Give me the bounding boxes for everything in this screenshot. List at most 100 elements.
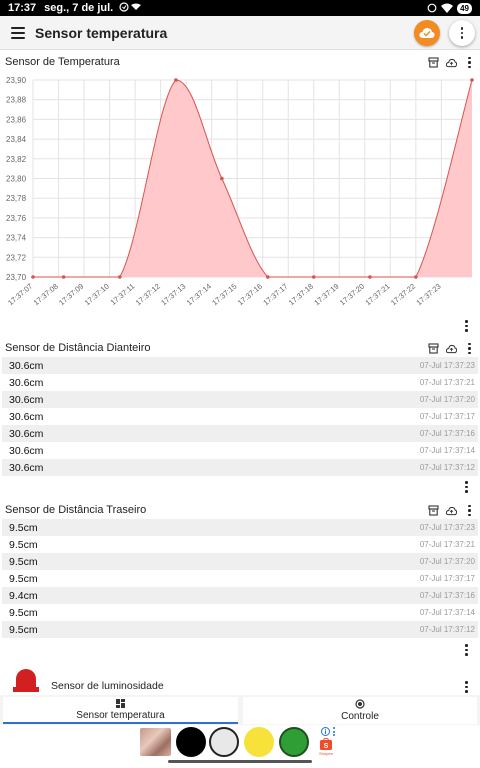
y-tick-label: 23,74: [6, 234, 27, 243]
y-tick-label: 23,90: [6, 76, 27, 85]
front-distance-list: 30.6cm 07-Jul 17:37:23 30.6cm 07-Jul 17:37…: [2, 357, 478, 476]
data-point: [31, 275, 35, 279]
list-item: 9.5cm 07-Jul 17:37:14: [9, 606, 475, 619]
menu-icon[interactable]: [11, 26, 25, 39]
y-tick-label: 23,80: [6, 175, 27, 184]
x-tick-label: 17:37:23: [415, 282, 443, 308]
shopee-label: Shopee: [319, 751, 333, 756]
y-tick-label: 23,84: [6, 135, 27, 144]
archive-icon[interactable]: [428, 57, 439, 68]
temperature-card-actions: [428, 56, 475, 69]
tab-label: Sensor temperatura: [76, 709, 165, 721]
list-item: 9.5cm 07-Jul 17:37:23: [2, 519, 478, 536]
archive-icon[interactable]: [428, 343, 439, 354]
list-item: 30.6cm 07-Jul 17:37:17: [9, 410, 475, 423]
svg-text:S: S: [324, 743, 329, 750]
dashboard-icon: [116, 698, 125, 708]
x-tick-label: 17:37:19: [312, 282, 340, 308]
x-tick-label: 17:37:10: [83, 282, 111, 308]
list-item: 9.5cm 07-Jul 17:37:12: [2, 621, 478, 638]
x-tick-label: 17:37:14: [185, 282, 213, 308]
cloud-upload-icon[interactable]: [446, 57, 457, 68]
rear-distance-card-title: Sensor de Distância Traseiro: [5, 504, 147, 516]
x-tick-label: 17:37:09: [57, 282, 85, 308]
list-item: 9.5cm 07-Jul 17:37:20: [2, 553, 478, 570]
temperature-card-title: Sensor de Temperatura: [5, 56, 120, 68]
list-item: 30.6cm 07-Jul 17:37:20: [2, 391, 478, 408]
cloud-check-icon: [419, 28, 435, 38]
page-title: Sensor temperatura: [35, 24, 168, 41]
more-vert-icon[interactable]: [464, 342, 475, 355]
notification-icon: [119, 2, 142, 12]
front-distance-card-more-icon[interactable]: [465, 481, 468, 493]
x-tick-label: 17:37:08: [32, 282, 60, 308]
front-distance-card-title: Sensor de Distância Dianteiro: [5, 342, 151, 354]
black-circle-product[interactable]: [176, 727, 206, 757]
data-point: [61, 275, 66, 279]
x-tick-label: 17:37:20: [338, 282, 366, 308]
data-point: [174, 78, 178, 82]
x-tick-label: 17:37:13: [159, 282, 187, 308]
more-vert-icon[interactable]: [464, 504, 475, 517]
data-point: [220, 176, 224, 181]
green-circle-product[interactable]: [279, 727, 309, 757]
rear-distance-card-more-icon[interactable]: [465, 644, 468, 656]
archive-icon[interactable]: [428, 505, 439, 516]
ad-info-icon[interactable]: [321, 727, 330, 736]
y-tick-label: 23,78: [6, 194, 27, 203]
data-point: [266, 275, 270, 279]
x-tick-label: 17:37:21: [363, 282, 391, 308]
list-item: 30.6cm 07-Jul 17:37:16: [2, 425, 478, 442]
cloud-upload-icon[interactable]: [446, 505, 457, 516]
app-bar: Sensor temperatura: [0, 16, 480, 50]
navigation-handle[interactable]: [168, 760, 312, 763]
list-item: 9.4cm 07-Jul 17:37:16: [2, 587, 478, 604]
x-tick-label: 17:37:07: [6, 282, 34, 308]
x-tick-label: 17:37:11: [109, 282, 137, 307]
x-tick-label: 17:37:16: [236, 282, 264, 308]
battery-icon: 49: [457, 2, 472, 14]
wifi-icon: [441, 3, 454, 13]
y-tick-label: 23,76: [6, 214, 27, 223]
temperature-chart: 23,70 23,72 23,74 23,76 23,78 23,80 23,82 23,84…: [6, 76, 474, 308]
list-item: 30.6cm 07-Jul 17:37:21: [9, 376, 475, 389]
alarm-icon: [427, 3, 437, 13]
more-options-button[interactable]: [449, 20, 475, 46]
product-image[interactable]: [140, 728, 171, 756]
status-date: seg., 7 de jul.: [44, 2, 114, 14]
data-point: [368, 275, 372, 279]
data-point: [470, 78, 474, 82]
y-tick-label: 23,86: [6, 115, 27, 124]
status-right: 49: [427, 2, 472, 14]
x-tick-label: 17:37:17: [261, 282, 289, 308]
notification-icons: [119, 2, 143, 14]
tab-sensor-temperatura[interactable]: Sensor temperatura: [3, 697, 238, 724]
luminosity-card-more-icon[interactable]: [465, 681, 468, 693]
ad-more-icon[interactable]: [333, 727, 335, 736]
tab-controle[interactable]: Controle: [243, 697, 477, 724]
luminosity-card-title: Sensor de luminosidade: [51, 680, 164, 692]
radio-button-icon: [355, 699, 365, 709]
x-tick-label: 17:37:12: [134, 282, 162, 308]
cloud-sync-button[interactable]: [414, 20, 440, 46]
white-circle-product[interactable]: [209, 727, 239, 757]
list-item: 9.5cm 07-Jul 17:37:21: [9, 538, 475, 551]
temperature-card-more-icon[interactable]: [465, 320, 468, 332]
x-tick-label: 17:37:22: [389, 282, 417, 308]
y-tick-label: 23,72: [6, 253, 27, 262]
list-item: 30.6cm 07-Jul 17:37:12: [2, 459, 478, 476]
list-item: 9.5cm 07-Jul 17:37:17: [9, 572, 475, 585]
yellow-circle-product[interactable]: [244, 727, 274, 757]
shopee-logo-icon[interactable]: S: [320, 738, 332, 750]
list-item: 30.6cm 07-Jul 17:37:23: [2, 357, 478, 374]
more-vert-icon[interactable]: [464, 56, 475, 69]
cloud-upload-icon[interactable]: [446, 343, 457, 354]
rear-distance-card-actions: [428, 504, 475, 517]
front-distance-card-actions: [428, 342, 475, 355]
list-item: 30.6cm 07-Jul 17:37:14: [9, 444, 475, 457]
data-point: [311, 275, 316, 279]
x-tick-label: 17:37:15: [210, 282, 238, 308]
y-tick-label: 23,82: [6, 155, 27, 164]
status-bar: 17:37 seg., 7 de jul. 49: [0, 0, 480, 16]
data-point: [414, 275, 418, 279]
